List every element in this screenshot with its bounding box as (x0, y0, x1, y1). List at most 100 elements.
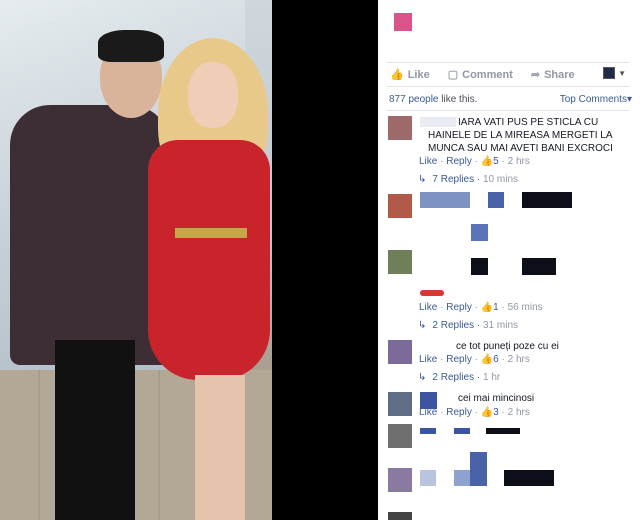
photo-viewer: 👍 Like ▢ Comment ➦ Share ▼ 877 people li… (0, 0, 640, 520)
page-avatar[interactable] (394, 13, 412, 31)
comment-reply-link[interactable]: Reply (446, 156, 472, 167)
comment-time[interactable]: 2 hrs (508, 156, 530, 167)
comment-time[interactable]: 2 hrs (508, 354, 530, 365)
view-replies-link[interactable]: ↳ 2 Replies · 31 mins (418, 320, 518, 331)
sort-label: Top Comments (559, 94, 627, 105)
comment-item (388, 512, 632, 520)
comment-button[interactable]: ▢ Comment (447, 68, 513, 82)
share-button[interactable]: ➦ Share (530, 68, 575, 82)
redacted-block (420, 428, 436, 434)
photo-man-jacket (10, 105, 170, 365)
sort-caret-icon: ▾ (626, 94, 632, 105)
redacted-block (471, 224, 488, 241)
post-sidebar: 👍 Like ▢ Comment ➦ Share ▼ 877 people li… (378, 0, 640, 520)
comment-likes-count[interactable]: 3 (493, 407, 499, 418)
redacted-block (454, 470, 470, 486)
comment-meta: Like · Reply · 👍3 · 2 hrs (419, 407, 530, 418)
likes-suffix: like this. (438, 94, 478, 105)
share-label: Share (544, 68, 575, 81)
comment-item (388, 452, 632, 492)
comment-meta: Like · Reply · 👍6 · 2 hrs (419, 354, 530, 365)
likes-summary: 877 people like this. (389, 94, 477, 105)
comment-reply-link[interactable]: Reply (446, 354, 472, 365)
comment-reply-link[interactable]: Reply (446, 407, 472, 418)
thumbs-up-icon: 👍 (480, 354, 494, 365)
redacted-block (420, 192, 470, 208)
comment-like-link[interactable]: Like (419, 156, 437, 167)
view-replies-link[interactable]: ↳ 2 Replies · 1 hr (418, 372, 500, 383)
replies-time: 1 hr (482, 372, 501, 383)
photo-letterbox (272, 0, 378, 520)
comment-likes-count[interactable]: 5 (493, 156, 499, 167)
share-icon: ➦ (530, 69, 541, 81)
commenter-avatar[interactable] (388, 116, 412, 140)
audience-icon (603, 67, 616, 79)
comment-label: Comment (462, 68, 513, 81)
photo-man-hair (98, 30, 164, 62)
commenter-avatar[interactable] (388, 512, 412, 520)
commenter-avatar[interactable] (388, 340, 412, 364)
thumbs-up-icon: 👍 (480, 407, 494, 418)
redacted-block (420, 470, 436, 486)
comment-item: ce tot puneți poze cu ei Like · Reply · … (388, 340, 632, 390)
redacted-block (488, 192, 504, 208)
replies-time: 31 mins (482, 320, 518, 331)
replies-label: 7 Replies (432, 174, 475, 185)
photo-woman-dress (148, 140, 270, 380)
redacted-block (471, 258, 488, 275)
like-button[interactable]: 👍 Like (390, 68, 430, 82)
reply-arrow-icon: ↳ (418, 372, 427, 383)
post-photo[interactable] (0, 0, 272, 520)
comment-reply-link[interactable]: Reply (446, 302, 472, 313)
reply-arrow-icon: ↳ (418, 174, 427, 185)
comment-likes-count[interactable]: 6 (493, 354, 499, 365)
replies-label: 2 Replies (432, 372, 475, 383)
emoji-block (420, 290, 444, 296)
photo-woman-belt (175, 228, 247, 238)
redacted-block (470, 452, 487, 486)
likes-count-link[interactable]: 877 people (389, 94, 439, 105)
comment-time[interactable]: 2 hrs (508, 407, 530, 418)
comment-text: ce tot puneți poze cu ei (456, 341, 559, 352)
comment-item: Like · Reply · 👍1 · 56 mins ↳ 2 Replies ·… (388, 192, 632, 332)
thumbs-up-icon: 👍 (480, 156, 494, 167)
commenter-avatar[interactable] (388, 424, 412, 448)
commenter-avatar[interactable] (388, 468, 412, 492)
photo-woman-face (188, 62, 238, 128)
commenter-avatar[interactable] (388, 250, 412, 274)
comment-text: cei mai mincinosi (458, 393, 535, 404)
divider (386, 110, 630, 111)
comment-like-link[interactable]: Like (419, 302, 437, 313)
view-replies-link[interactable]: ↳ 7 Replies · 10 mins (418, 174, 518, 185)
thumbs-up-icon: 👍 (480, 302, 494, 313)
audience-selector[interactable]: ▼ (603, 67, 626, 79)
sort-comments-dropdown[interactable]: Top Comments▾ (560, 94, 632, 105)
comment-likes-count[interactable]: 1 (493, 302, 499, 313)
redacted-block (486, 428, 520, 434)
photo-woman-legs (195, 375, 245, 520)
comment-like-link[interactable]: Like (419, 354, 437, 365)
comment-meta: Like · Reply · 👍1 · 56 mins (419, 302, 543, 313)
like-label: Like (407, 68, 430, 81)
comment-item: IARA VATI PUS PE STICLA CU HAINELE DE LA… (388, 116, 632, 192)
redacted-block (522, 258, 556, 275)
comment-icon: ▢ (447, 69, 459, 81)
redacted-block (522, 192, 572, 208)
photo-man-legs (55, 340, 135, 520)
comment-text: IARA VATI PUS PE STICLA CU HAINELE DE LA… (428, 117, 613, 154)
redacted-block (454, 428, 470, 434)
reply-arrow-icon: ↳ (418, 320, 427, 331)
comment-meta: Like · Reply · 👍5 · 2 hrs (419, 156, 530, 167)
commenter-avatar[interactable] (388, 194, 412, 218)
replies-label: 2 Replies (432, 320, 475, 331)
comment-time[interactable]: 56 mins (508, 302, 543, 313)
chevron-down-icon: ▼ (618, 68, 626, 78)
post-action-bar: 👍 Like ▢ Comment ➦ Share (386, 62, 630, 87)
comment-item: cei mai mincinosi Like · Reply · 👍3 · 2 … (388, 392, 632, 420)
comment-item (388, 424, 632, 448)
commenter-avatar[interactable] (388, 392, 412, 416)
thumbs-up-icon: 👍 (390, 69, 404, 81)
comment-like-link[interactable]: Like (419, 407, 437, 418)
redacted-block (504, 470, 554, 486)
replies-time: 10 mins (482, 174, 518, 185)
